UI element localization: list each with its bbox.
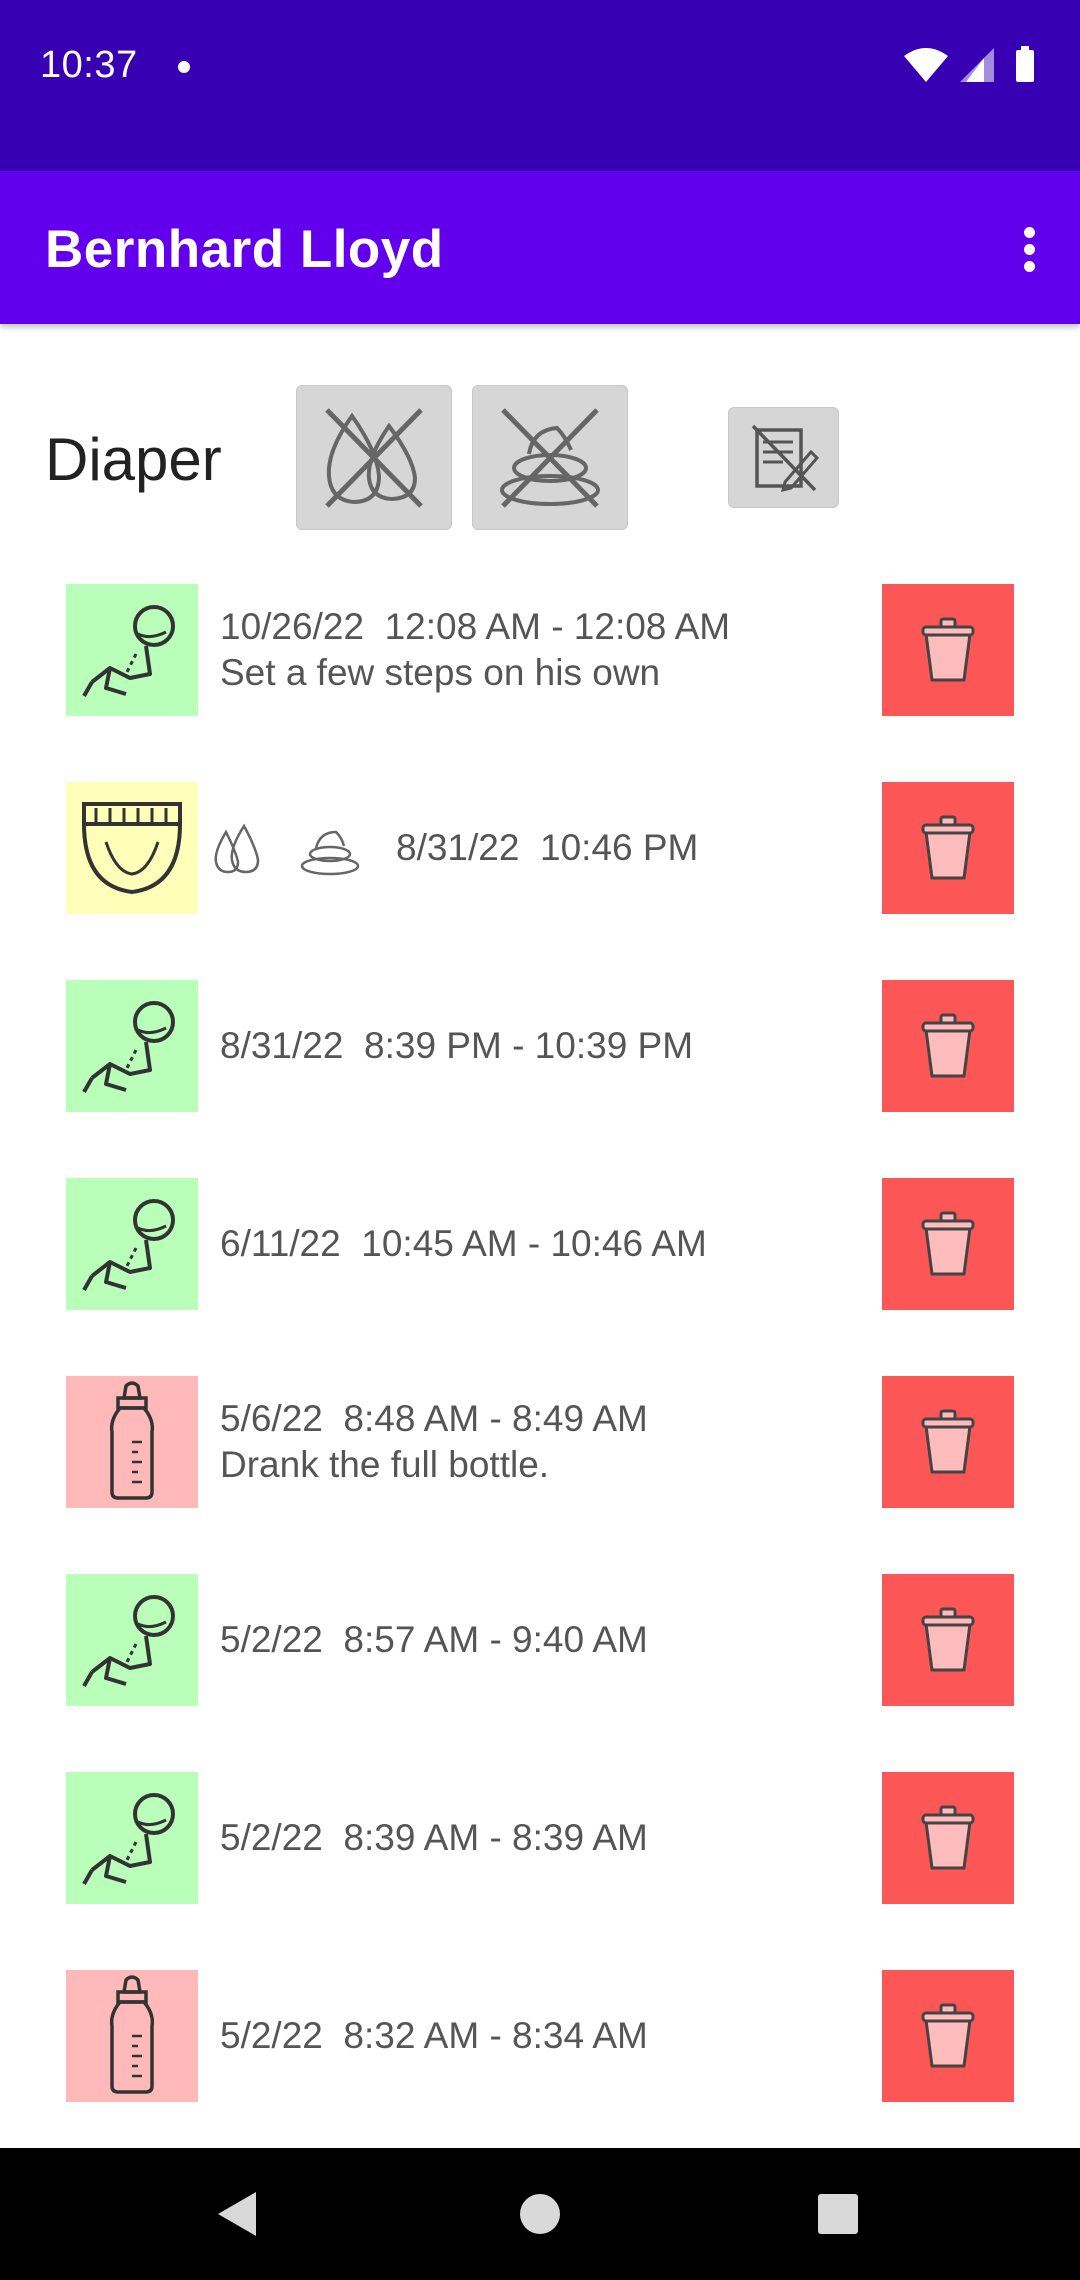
notification-dot-icon [178, 61, 190, 73]
entry-time: 10/26/22 12:08 AM - 12:08 AM [220, 606, 731, 647]
entry-type-icon [66, 1178, 198, 1310]
delete-button[interactable] [882, 1772, 1014, 1904]
baby-bottle-icon [109, 1975, 155, 2094]
filter-wet-button[interactable] [296, 385, 452, 530]
entry-type-icon [66, 1574, 198, 1706]
recents-icon[interactable] [816, 2192, 860, 2236]
overflow-menu-button[interactable] [1000, 207, 1060, 287]
crawling-baby-icon [82, 1199, 175, 1291]
entry-time: 5/2/22 8:39 AM - 8:39 AM [220, 1817, 648, 1858]
list-item[interactable]: 8/31/22 10:46 PM [0, 782, 1080, 914]
entry-type-icon [66, 1970, 198, 2102]
entry-type-icon [66, 782, 198, 914]
trash-icon [921, 1211, 975, 1276]
crawling-baby-icon [82, 1793, 175, 1885]
poop-icon [300, 830, 360, 876]
crawling-baby-icon [82, 1595, 175, 1687]
entry-time: 5/2/22 8:57 AM - 9:40 AM [220, 1619, 648, 1660]
delete-button[interactable] [882, 584, 1014, 716]
trash-icon [921, 815, 975, 880]
entry-time: 8/31/22 10:46 PM [396, 827, 699, 868]
crawling-baby-icon [82, 605, 175, 697]
list-item[interactable]: 5/2/22 8:32 AM - 8:34 AM [0, 1970, 1080, 2102]
app-title: Bernhard Lloyd [45, 220, 444, 279]
entry-time: 5/2/22 8:32 AM - 8:34 AM [220, 2015, 648, 2056]
navigation-bar [0, 2148, 1080, 2280]
trash-icon [921, 617, 975, 682]
list-item[interactable]: 5/2/22 8:57 AM - 9:40 AM [0, 1574, 1080, 1706]
notes-edit-icon [751, 424, 820, 493]
trash-icon [921, 1013, 975, 1078]
diaper-flags [214, 823, 360, 876]
status-time: 10:37 [40, 44, 138, 86]
entry-note: Drank the full bottle. [220, 1444, 550, 1485]
wet-icon [214, 823, 260, 874]
entry-type-icon [66, 980, 198, 1112]
delete-button[interactable] [882, 1178, 1014, 1310]
list-item[interactable]: 6/11/22 10:45 AM - 10:46 AM [0, 1178, 1080, 1310]
entry-type-icon [66, 584, 198, 716]
trash-icon [921, 2003, 975, 2068]
filter-label: Diaper [45, 426, 222, 493]
entry-note: Set a few steps on his own [220, 652, 661, 693]
poop-crossed-icon [500, 408, 600, 508]
delete-button[interactable] [882, 1376, 1014, 1508]
wifi-icon [904, 48, 948, 82]
delete-button[interactable] [882, 782, 1014, 914]
entry-time: 6/11/22 10:45 AM - 10:46 AM [220, 1223, 707, 1264]
list-item[interactable]: 10/26/22 12:08 AM - 12:08 AM Set a few s… [0, 584, 1080, 716]
wet-crossed-icon [325, 408, 423, 508]
trash-icon [921, 1607, 975, 1672]
entry-type-icon [66, 1772, 198, 1904]
list-item[interactable]: 5/6/22 8:48 AM - 8:49 AM Drank the full … [0, 1376, 1080, 1508]
filter-notes-button[interactable] [728, 407, 839, 508]
trash-icon [921, 1805, 975, 1870]
list-item[interactable]: 8/31/22 8:39 PM - 10:39 PM [0, 980, 1080, 1112]
crawling-baby-icon [82, 1001, 175, 1093]
status-icons [904, 46, 1034, 82]
entry-time: 8/31/22 8:39 PM - 10:39 PM [220, 1025, 694, 1066]
back-icon[interactable] [212, 2188, 264, 2240]
app-bar: Bernhard Lloyd [0, 171, 1080, 324]
diaper-icon [82, 802, 182, 895]
entry-type-icon [66, 1376, 198, 1508]
trash-icon [921, 1409, 975, 1474]
battery-icon [1016, 50, 1034, 82]
more-vert-icon [1024, 227, 1035, 238]
delete-button[interactable] [882, 1970, 1014, 2102]
delete-button[interactable] [882, 1574, 1014, 1706]
status-bar: 10:37 [0, 0, 1080, 171]
filter-poop-button[interactable] [472, 385, 628, 530]
list-item[interactable]: 5/2/22 8:39 AM - 8:39 AM [0, 1772, 1080, 1904]
entry-time: 5/6/22 8:48 AM - 8:49 AM [220, 1398, 648, 1439]
home-icon[interactable] [518, 2192, 562, 2236]
baby-bottle-icon [109, 1381, 155, 1500]
delete-button[interactable] [882, 980, 1014, 1112]
